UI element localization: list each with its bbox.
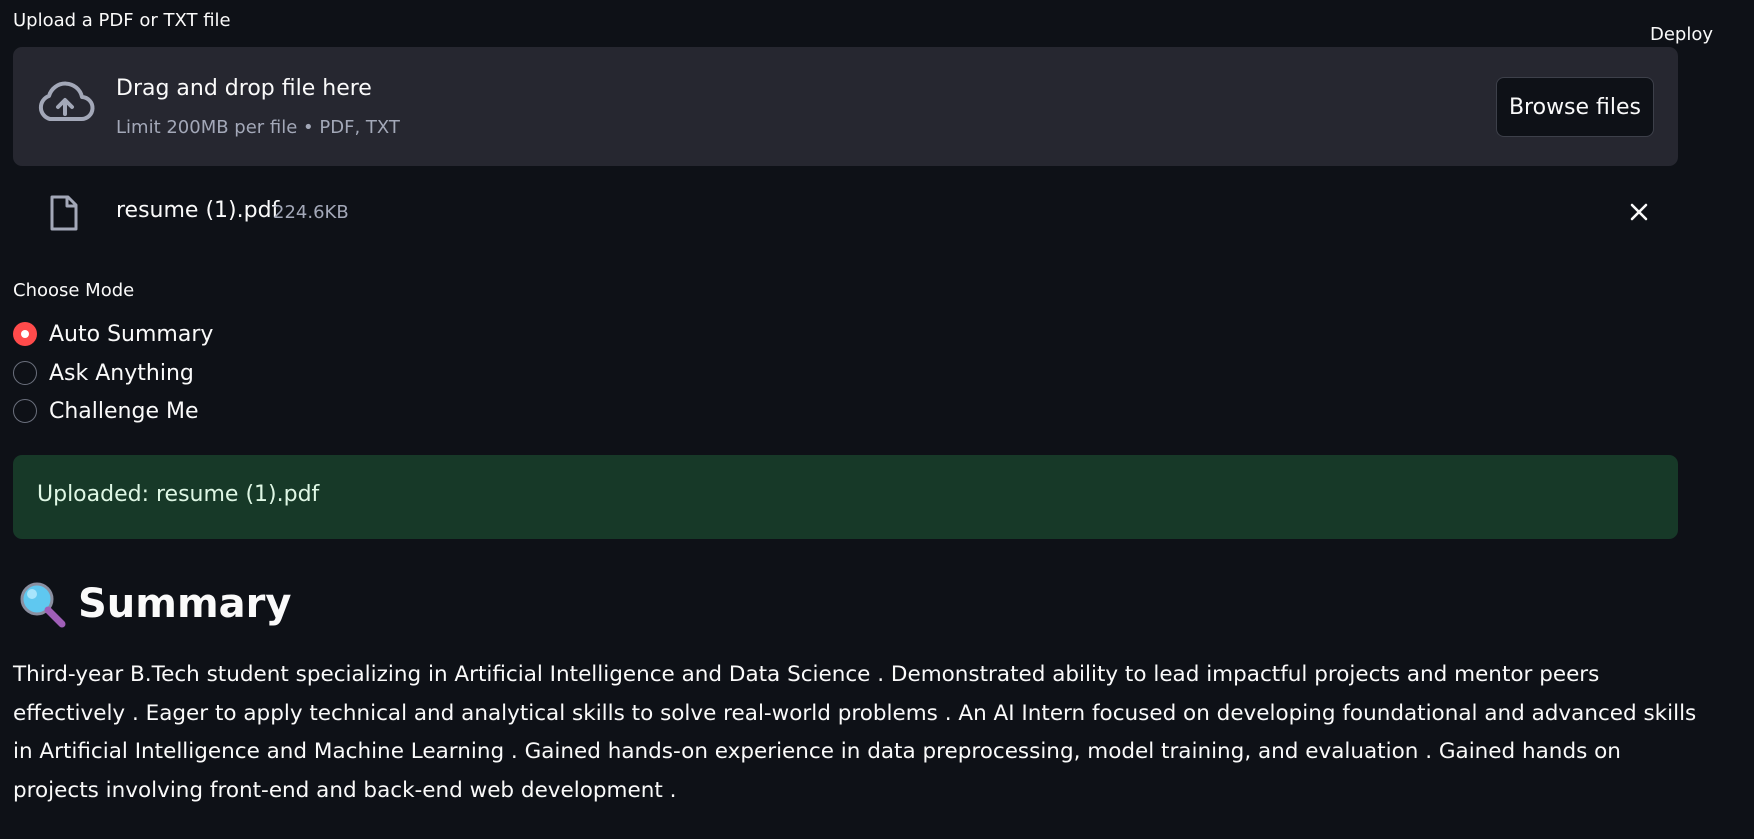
upload-success-alert: Uploaded: resume (1).pdf [13, 455, 1678, 539]
radio-indicator[interactable] [13, 399, 37, 423]
file-name: resume (1).pdf [116, 198, 280, 223]
radio-challenge-me[interactable]: Challenge Me [13, 395, 313, 427]
deploy-button[interactable]: Deploy [1650, 24, 1713, 45]
upload-label: Upload a PDF or TXT file [13, 10, 231, 31]
file-size: 224.6KB [273, 202, 349, 223]
radio-indicator[interactable] [13, 361, 37, 385]
remove-file-icon[interactable] [1625, 198, 1653, 226]
radio-label: Challenge Me [49, 398, 199, 424]
radio-ask-anything[interactable]: Ask Anything [13, 357, 313, 389]
magnifying-glass-icon [20, 582, 66, 628]
summary-title: Summary [78, 581, 292, 627]
app-root: Deploy Upload a PDF or TXT file Drag and… [0, 0, 1754, 839]
dropzone-title: Drag and drop file here [116, 76, 372, 101]
browse-files-button[interactable]: Browse files [1496, 77, 1654, 137]
radio-label: Auto Summary [49, 321, 214, 347]
radio-auto-summary[interactable]: Auto Summary [13, 318, 313, 350]
file-icon [50, 195, 78, 231]
cloud-upload-icon [38, 81, 95, 121]
success-message: Uploaded: resume (1).pdf [37, 482, 320, 507]
mode-label: Choose Mode [13, 280, 135, 301]
radio-selected-indicator[interactable] [13, 322, 37, 346]
radio-label: Ask Anything [49, 360, 194, 386]
file-dropzone[interactable]: Drag and drop file here Limit 200MB per … [13, 47, 1678, 166]
uploaded-file-row: resume (1).pdf 224.6KB [13, 186, 1678, 242]
summary-heading: Summary [18, 580, 291, 628]
summary-text: Third-year B.Tech student specializing i… [13, 662, 1697, 804]
dropzone-limit-text: Limit 200MB per file • PDF, TXT [116, 117, 400, 138]
